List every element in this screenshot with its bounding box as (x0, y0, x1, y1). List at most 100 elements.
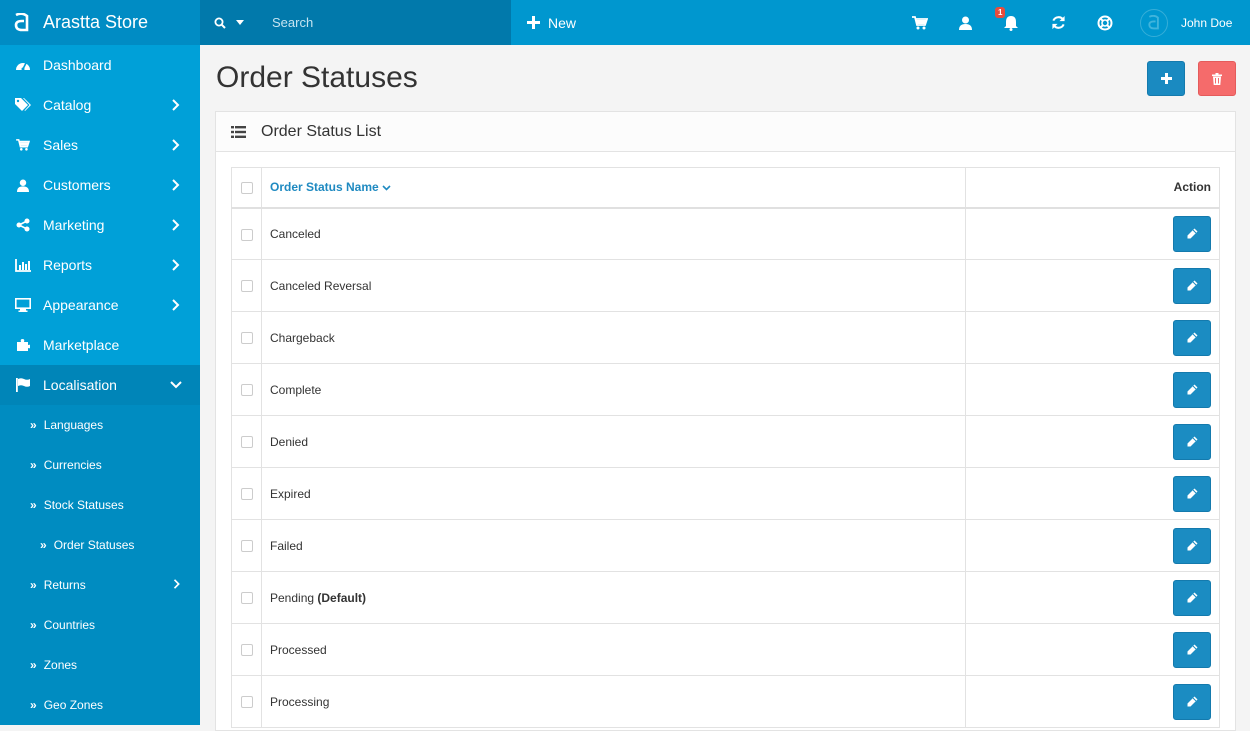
user-name: John Doe (1181, 15, 1233, 30)
edit-button[interactable] (1173, 475, 1211, 512)
default-label: (Default) (317, 590, 367, 605)
store-front-button[interactable] (907, 0, 933, 45)
main-content: Order Statuses Order Status List Order S… (200, 45, 1250, 731)
status-name-cell: Failed (261, 519, 966, 572)
row-select-cell (231, 259, 262, 312)
notifications-button[interactable]: 1 (995, 0, 1024, 45)
sidebar-subitem-languages[interactable]: » Languages (0, 405, 200, 445)
sidebar-item-label: Customers (43, 177, 111, 193)
sort-by-name-link[interactable]: Order Status Name (270, 180, 379, 194)
action-cell (964, 259, 1221, 312)
sidebar-item-label: Marketplace (43, 337, 120, 353)
sidebar-item-catalog[interactable]: Catalog (0, 85, 200, 125)
sidebar-item-appearance[interactable]: Appearance (0, 285, 200, 325)
sidebar-subitem-label: Stock Statuses (43, 498, 124, 512)
flag-icon (16, 378, 30, 392)
brand[interactable]: Arastta Store (0, 0, 200, 45)
sidebar-item-reports[interactable]: Reports (0, 245, 200, 285)
row-checkbox[interactable] (240, 696, 253, 709)
help-button[interactable] (1092, 0, 1118, 45)
row-checkbox[interactable] (240, 488, 253, 501)
row-checkbox[interactable] (240, 436, 253, 449)
row-checkbox[interactable] (240, 540, 253, 553)
chevron-right-icon (172, 99, 180, 111)
sidebar-item-label: Sales (43, 137, 79, 153)
sidebar-subitem-order-statuses[interactable]: » Order Statuses (0, 525, 200, 565)
sidebar-item-marketplace[interactable]: Marketplace (0, 325, 200, 365)
sidebar-item-label: Localisation (43, 377, 117, 393)
row-select-cell (231, 571, 262, 624)
action-cell (964, 363, 1221, 416)
row-select-cell (231, 207, 262, 260)
chevron-right-icon (172, 219, 180, 231)
edit-button[interactable] (1173, 371, 1211, 408)
pencil-icon (1187, 644, 1197, 655)
sidebar-item-dashboard[interactable]: Dashboard (0, 45, 200, 85)
select-all-cell (231, 167, 262, 209)
sidebar-subitem-countries[interactable]: » Countries (0, 605, 200, 645)
select-all-checkbox[interactable] (240, 182, 253, 195)
refresh-button[interactable] (1045, 0, 1071, 45)
edit-button[interactable] (1173, 631, 1211, 668)
edit-button[interactable] (1173, 423, 1211, 460)
status-name: Canceled (270, 226, 321, 241)
add-button[interactable] (1147, 61, 1185, 96)
sidebar-subitem-returns[interactable]: » Returns (0, 565, 200, 605)
desktop-icon (15, 298, 31, 312)
top-navbar: Arastta Store New 1 John Doe (0, 0, 1250, 45)
localisation-submenu: » Languages » Currencies » Stock Statuses »… (0, 405, 200, 725)
pencil-icon (1187, 280, 1197, 291)
row-select-cell (231, 415, 262, 468)
list-icon (231, 125, 246, 138)
page-title: Order Statuses (216, 61, 418, 94)
sidebar-subitem-label: Geo Zones (43, 698, 104, 712)
edit-button[interactable] (1173, 319, 1211, 356)
puzzle-icon (17, 339, 30, 351)
row-checkbox[interactable] (240, 384, 253, 397)
edit-button[interactable] (1173, 527, 1211, 564)
action-cell (964, 467, 1221, 520)
account-button[interactable] (952, 0, 978, 45)
search-input[interactable] (272, 15, 502, 30)
sidebar: Dashboard Catalog Sales Customers Market… (0, 45, 200, 725)
plus-icon (527, 16, 540, 29)
column-header-name[interactable]: Order Status Name (261, 167, 966, 209)
search-type-dropdown[interactable] (200, 0, 258, 45)
double-chevron-icon: » (30, 458, 37, 472)
row-checkbox[interactable] (240, 644, 253, 657)
chevron-right-icon (172, 139, 180, 151)
chevron-down-icon (170, 381, 182, 389)
sidebar-subitem-zones[interactable]: » Zones (0, 645, 200, 685)
sidebar-item-customers[interactable]: Customers (0, 165, 200, 205)
edit-button[interactable] (1173, 683, 1211, 720)
sidebar-item-sales[interactable]: Sales (0, 125, 200, 165)
new-button[interactable]: New (527, 0, 576, 45)
sidebar-subitem-geo-zones[interactable]: » Geo Zones (0, 685, 200, 725)
row-select-cell (231, 519, 262, 572)
double-chevron-icon: » (30, 698, 37, 712)
delete-button[interactable] (1198, 61, 1236, 96)
row-checkbox[interactable] (240, 592, 253, 605)
bar-chart-icon (15, 258, 31, 272)
row-checkbox[interactable] (240, 332, 253, 345)
edit-button[interactable] (1173, 215, 1211, 252)
status-name: Complete (270, 382, 322, 397)
sidebar-subitem-stock-statuses[interactable]: » Stock Statuses (0, 485, 200, 525)
sidebar-subitem-label: Currencies (43, 458, 102, 472)
sidebar-item-marketing[interactable]: Marketing (0, 205, 200, 245)
edit-button[interactable] (1173, 267, 1211, 304)
status-name-cell: Complete (261, 363, 966, 416)
status-name: Failed (270, 538, 303, 553)
sidebar-item-label: Appearance (43, 297, 119, 313)
user-icon (17, 179, 29, 192)
row-checkbox[interactable] (240, 228, 253, 241)
sidebar-subitem-currencies[interactable]: » Currencies (0, 445, 200, 485)
edit-button[interactable] (1173, 579, 1211, 616)
sidebar-item-label: Catalog (43, 97, 92, 113)
status-name: Pending (270, 590, 315, 605)
sidebar-subitem-label: Zones (43, 658, 78, 672)
action-cell (964, 571, 1221, 624)
sidebar-item-localisation[interactable]: Localisation (0, 365, 200, 405)
row-checkbox[interactable] (240, 280, 253, 293)
user-menu[interactable]: John Doe (1140, 0, 1232, 45)
